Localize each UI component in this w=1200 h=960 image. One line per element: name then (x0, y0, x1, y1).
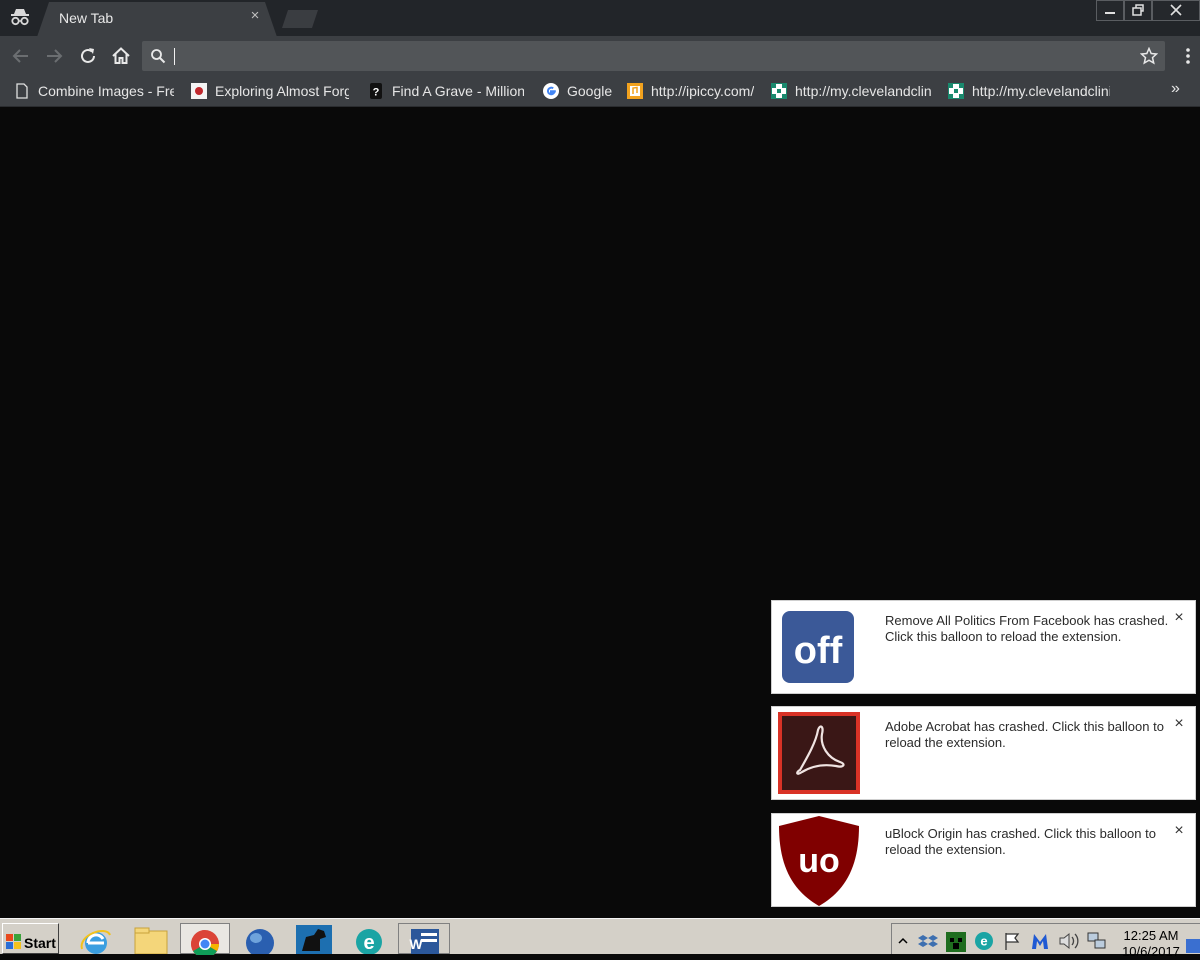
word-icon: W (409, 929, 439, 954)
off-extension-icon: off (782, 611, 854, 683)
bookmarks-bar: Combine Images - Free Exploring Almost F… (0, 76, 1200, 107)
bookmark-label: http://my.clevelandclinic (972, 83, 1110, 99)
tab-title: New Tab (59, 10, 114, 26)
globe-icon[interactable] (240, 923, 280, 954)
browser-toolbar (0, 36, 1200, 76)
minecraft-icon[interactable] (946, 932, 966, 952)
clock-date: 10/6/2017 (1122, 944, 1180, 959)
site-icon (191, 83, 207, 99)
bookmark-item[interactable]: Combine Images - Free (14, 80, 174, 102)
crash-notification[interactable]: uo uBlock Origin has crashed. Click this… (771, 813, 1196, 907)
tab-new-tab[interactable]: New Tab × (37, 2, 277, 37)
text-caret (174, 48, 175, 65)
bookmark-label: Find A Grave - Millions (392, 83, 524, 99)
dropbox-icon[interactable] (918, 932, 938, 952)
svg-text:W: W (409, 936, 423, 952)
new-tab-button[interactable] (282, 10, 318, 28)
eset-tray-icon[interactable]: e (974, 931, 994, 951)
bookmark-item[interactable]: http://my.clevelandclinic (948, 80, 1110, 102)
crash-notification[interactable]: off Remove All Politics From Facebook ha… (771, 600, 1196, 694)
tab-close-icon[interactable]: × (247, 8, 263, 24)
reload-icon[interactable] (77, 45, 99, 67)
tray-expand-icon[interactable] (898, 934, 908, 946)
menu-icon[interactable] (1177, 45, 1199, 67)
close-icon[interactable]: × (1170, 715, 1188, 733)
bookmark-item[interactable]: ? Find A Grave - Millions (368, 80, 524, 102)
restore-button[interactable] (1124, 0, 1152, 21)
bookmark-item[interactable]: Google (543, 80, 613, 102)
chrome-icon (191, 930, 219, 955)
findagrave-icon: ? (370, 83, 382, 99)
forward-icon[interactable] (43, 45, 65, 67)
bookmark-label: Exploring Almost Forgotten (215, 83, 349, 99)
bookmark-item[interactable]: Exploring Almost Forgotten (191, 80, 349, 102)
clevelandclinic-icon (948, 83, 964, 99)
minimize-button[interactable] (1096, 0, 1124, 21)
bookmark-label: Combine Images - Free (38, 83, 174, 99)
flag-icon[interactable] (1002, 931, 1022, 951)
page-icon (16, 83, 28, 99)
start-label: Start (24, 935, 56, 951)
start-button[interactable]: Start (2, 923, 59, 954)
terrier-icon[interactable] (294, 923, 334, 954)
close-icon (1170, 4, 1182, 16)
bookmark-item[interactable]: http://my.clevelandclinic (771, 80, 931, 102)
svg-text:uo: uo (798, 842, 840, 880)
internet-explorer-icon[interactable] (76, 923, 116, 954)
restore-icon (1132, 4, 1144, 16)
ipiccy-icon (627, 83, 643, 99)
notification-message: uBlock Origin has crashed. Click this ba… (885, 826, 1156, 857)
ublock-origin-icon: uo (779, 816, 859, 906)
bookmarks-overflow-button[interactable]: » (1171, 80, 1180, 98)
eset-icon[interactable]: e (349, 923, 389, 954)
svg-text:?: ? (373, 87, 380, 99)
bookmark-label: Google (567, 83, 613, 99)
search-icon (151, 49, 166, 64)
close-icon[interactable]: × (1170, 822, 1188, 840)
address-bar[interactable] (142, 41, 1165, 71)
adobe-acrobat-icon (778, 712, 860, 794)
incognito-icon (11, 9, 29, 26)
clevelandclinic-icon (771, 83, 787, 99)
notification-message: Adobe Acrobat has crashed. Click this ba… (885, 719, 1164, 750)
word-taskbar-button[interactable]: W (398, 923, 450, 954)
network-icon[interactable] (1086, 931, 1108, 951)
back-icon[interactable] (10, 45, 32, 67)
title-bar: New Tab × (0, 0, 1200, 37)
close-icon[interactable]: × (1170, 609, 1188, 627)
crash-notification[interactable]: Adobe Acrobat has crashed. Click this ba… (771, 706, 1196, 800)
malwarebytes-icon[interactable] (1030, 931, 1050, 951)
clock-time: 12:25 AM (1123, 928, 1179, 943)
minimize-icon (1105, 12, 1115, 14)
home-icon[interactable] (110, 45, 132, 67)
svg-text:e: e (980, 934, 987, 949)
svg-text:off: off (794, 630, 843, 672)
volume-icon[interactable] (1058, 931, 1080, 951)
bookmark-label: http://my.clevelandclinic (795, 83, 931, 99)
clock[interactable]: 12:25 AM 10/6/2017 (1116, 928, 1186, 960)
file-explorer-icon[interactable] (131, 923, 171, 954)
taskbar: Start e W e 12:25 AM 10/6/2017 (0, 918, 1200, 959)
windows-logo-icon (6, 934, 21, 949)
notification-message: Remove All Politics From Facebook has cr… (885, 613, 1169, 644)
bookmark-item[interactable]: http://ipiccy.com/ (627, 80, 759, 102)
show-desktop-icon[interactable] (1186, 939, 1200, 953)
bookmark-label: http://ipiccy.com/ (651, 83, 755, 99)
google-icon (543, 83, 559, 99)
star-icon[interactable] (1140, 47, 1158, 65)
close-window-button[interactable] (1152, 0, 1200, 21)
svg-text:e: e (363, 932, 374, 954)
chrome-taskbar-button[interactable] (180, 923, 230, 955)
